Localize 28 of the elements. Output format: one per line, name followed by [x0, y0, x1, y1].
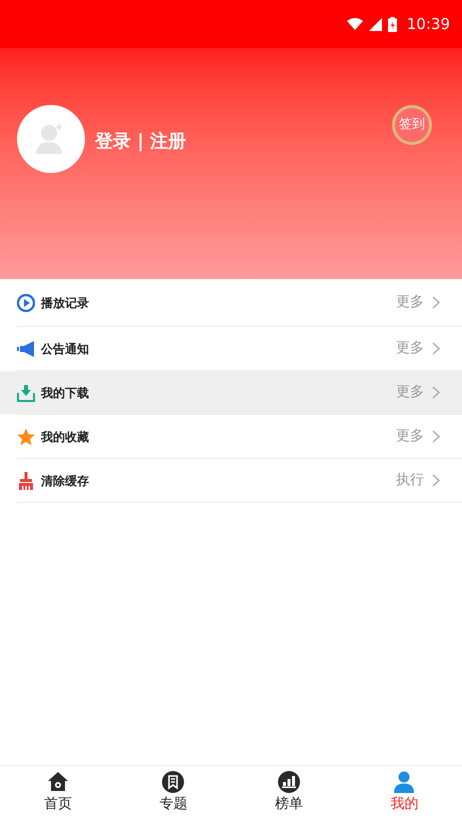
tab[interactable]: 专题 — [116, 766, 231, 820]
menu-label: 公告通知 — [41, 340, 89, 358]
battery-icon — [388, 16, 397, 32]
broom-icon — [17, 472, 35, 490]
menu-label: 播放记录 — [41, 294, 89, 312]
menu-item[interactable]: 我的下载 更多 — [0, 371, 462, 414]
wifi-icon — [346, 18, 363, 30]
status-time: 10:39 — [406, 14, 450, 35]
menu-label: 我的下载 — [41, 384, 89, 402]
play-icon — [17, 294, 35, 312]
signal-icon — [368, 18, 382, 30]
bookmark-icon — [162, 771, 184, 793]
chevron-icon — [432, 474, 440, 487]
bar-chart-icon — [278, 771, 300, 793]
star-icon — [17, 428, 35, 446]
tab[interactable]: 首页 — [0, 766, 116, 820]
menu-label: 清除缓存 — [41, 472, 89, 490]
download-icon — [17, 384, 35, 402]
user-icon — [393, 771, 416, 793]
tab[interactable]: 榜单 — [231, 766, 346, 820]
menu-label: 我的收藏 — [41, 428, 89, 446]
chevron-icon — [432, 296, 440, 309]
chevron-icon — [432, 430, 440, 443]
chevron-icon — [432, 386, 440, 399]
megaphone-icon — [17, 340, 35, 358]
tab[interactable]: 我的 — [346, 766, 462, 820]
home-icon — [46, 771, 69, 793]
chevron-icon — [432, 342, 440, 355]
